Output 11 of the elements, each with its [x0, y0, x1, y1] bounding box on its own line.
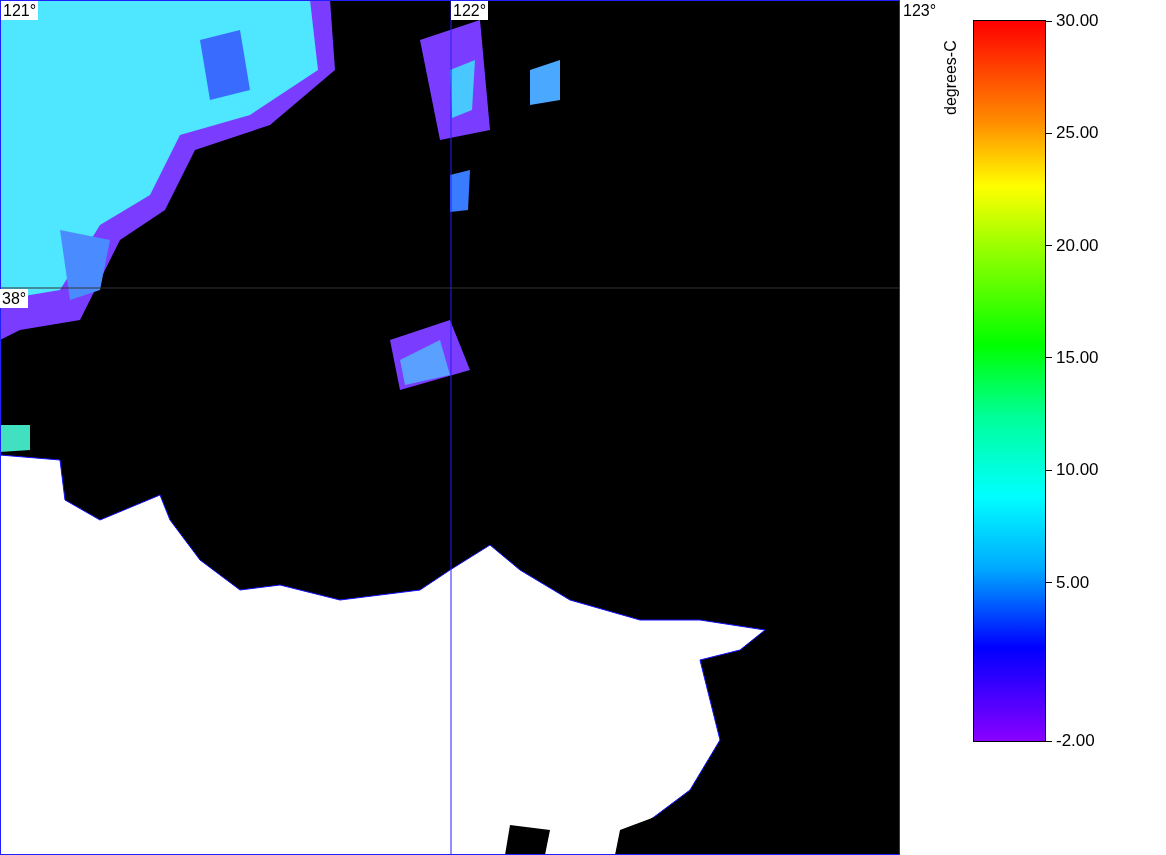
- scale-value: 5.00: [1056, 572, 1090, 593]
- scale-value: 15.00: [1056, 347, 1099, 368]
- scale-value: 10.00: [1056, 460, 1099, 481]
- scale-value: 25.00: [1056, 123, 1099, 144]
- scale-value: 20.00: [1056, 235, 1099, 256]
- longitude-label: 121°: [1, 1, 39, 20]
- unit-label: degrees-C: [942, 40, 960, 115]
- scale-value: -2.00: [1056, 731, 1095, 751]
- longitude-label: 122°: [451, 1, 489, 20]
- scale-value: 30.00: [1056, 11, 1099, 31]
- latitude-label: 38°: [0, 289, 29, 308]
